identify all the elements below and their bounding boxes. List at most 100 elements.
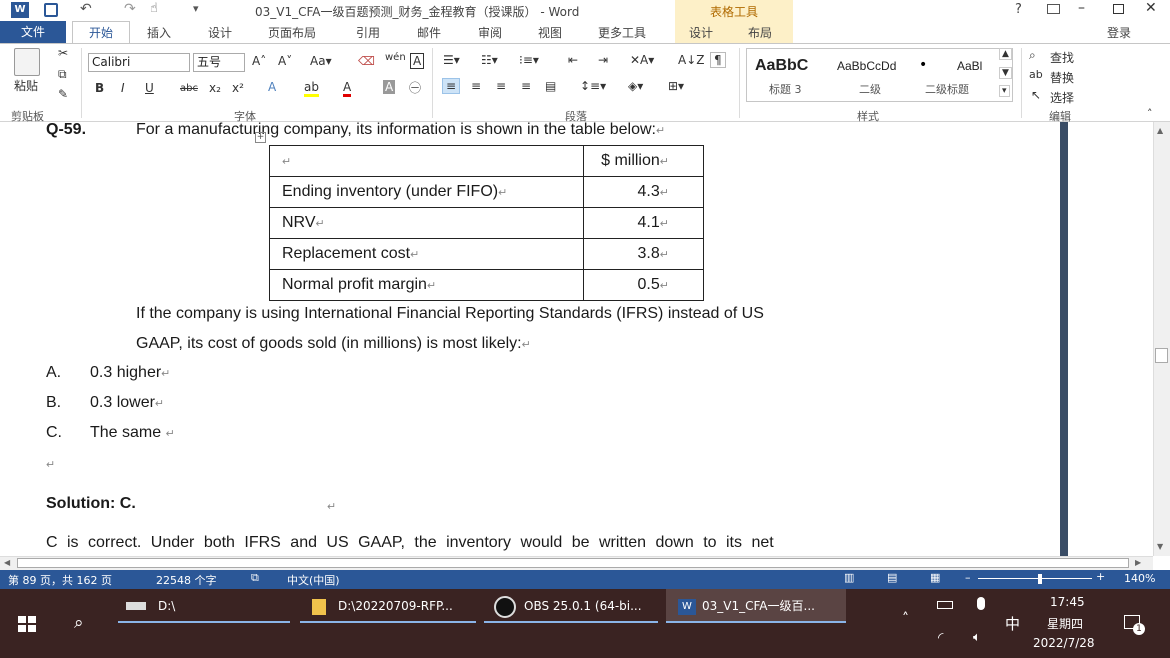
strikethrough-icon[interactable]: abc (180, 83, 198, 94)
find-icon[interactable]: ⌕ (1029, 48, 1036, 63)
taskbar-item-word[interactable]: W 03_V1_CFA一级百... (666, 589, 846, 623)
tab-file[interactable]: 文件 (0, 21, 66, 43)
borders-icon[interactable]: ⊞▾ (668, 79, 684, 93)
bullets-icon[interactable]: ☰▾ (443, 53, 460, 67)
document-area[interactable]: Q-59. For a manufacturing company, its i… (0, 122, 1153, 556)
replace-icon[interactable]: ab (1029, 68, 1043, 81)
align-center-icon[interactable]: ≡ (471, 79, 481, 93)
clear-format-icon[interactable]: ⌫ (358, 54, 375, 68)
font-name-select[interactable]: Calibri (88, 53, 190, 72)
microphone-icon[interactable] (977, 597, 985, 610)
clock-time[interactable]: 17:45 (1050, 595, 1085, 609)
clock-weekday[interactable]: 星期四 (1047, 615, 1083, 632)
multilevel-list-icon[interactable]: ⁝≡▾ (519, 53, 539, 67)
taskbar-item-drive[interactable]: D:\ (118, 589, 290, 623)
superscript-icon[interactable]: x² (232, 81, 244, 95)
table-header-cell[interactable]: $ million↵ (583, 145, 704, 177)
select-icon[interactable]: ↖ (1031, 88, 1041, 102)
table-value-cell[interactable]: 0.5↵ (583, 269, 704, 301)
bold-icon[interactable]: B (95, 81, 104, 95)
signin-link[interactable]: 登录 (1107, 24, 1131, 41)
table-label-cell[interactable]: Normal profit margin↵ (269, 269, 584, 301)
tab-home[interactable]: 开始 (72, 21, 130, 44)
style-level2-title-preview[interactable]: AaBl (957, 59, 982, 73)
font-size-select[interactable]: 五号 (193, 53, 245, 72)
show-marks-icon[interactable]: ¶ (710, 52, 726, 68)
table-label-cell[interactable]: Ending inventory (under FIFO)↵ (269, 176, 584, 208)
undo-icon[interactable]: ↶ (80, 1, 92, 17)
vertical-scrollbar[interactable]: ▲ ▼ (1153, 122, 1170, 556)
tab-insert[interactable]: 插入 (147, 24, 171, 41)
tab-more-tools[interactable]: 更多工具 (598, 24, 646, 41)
tab-mailings[interactable]: 邮件 (417, 24, 441, 41)
subscript-icon[interactable]: x₂ (209, 81, 221, 95)
read-mode-icon[interactable]: ▥ (844, 571, 854, 584)
qat-customize-icon[interactable]: ▾ (193, 2, 199, 15)
styles-more-icon[interactable]: ▾ (999, 85, 1010, 97)
chinese-layout-icon[interactable]: ✕A▾ (630, 53, 654, 67)
shading-icon[interactable]: ◈▾ (628, 79, 643, 93)
wifi-icon[interactable]: ◜ (938, 630, 943, 646)
taskbar-item-folder[interactable]: D:\20220709-RFP... (300, 589, 476, 623)
scroll-right-icon[interactable]: ▶ (1135, 558, 1141, 567)
format-painter-icon[interactable]: ✎ (58, 87, 68, 101)
maximize-button[interactable] (1113, 4, 1124, 14)
table-value-cell[interactable]: 4.3↵ (583, 176, 704, 208)
volume-icon[interactable]: 🔈︎ (973, 630, 981, 645)
sort-icon[interactable]: A↓Z (678, 53, 704, 67)
save-icon[interactable] (44, 3, 58, 17)
redo-icon[interactable]: ↷ (124, 1, 136, 17)
font-color-icon[interactable]: A (343, 80, 352, 97)
justify-icon[interactable]: ≡ (521, 79, 531, 93)
table-move-handle-icon[interactable]: + (255, 132, 266, 143)
align-right-icon[interactable]: ≡ (496, 79, 506, 93)
word-count[interactable]: 22548 个字 (156, 572, 217, 588)
find-button[interactable]: 查找 (1050, 49, 1074, 66)
scroll-up-icon[interactable]: ▲ (1157, 126, 1163, 135)
print-layout-icon[interactable]: ▤ (887, 571, 897, 584)
zoom-slider-thumb[interactable] (1038, 574, 1042, 584)
table-value-cell[interactable]: 3.8↵ (583, 238, 704, 270)
cut-icon[interactable]: ✂ (58, 46, 68, 60)
ribbon-display-icon[interactable] (1047, 4, 1060, 14)
line-spacing-icon[interactable]: ↕≡▾ (580, 79, 606, 93)
grow-font-icon[interactable]: A˄ (252, 54, 266, 68)
zoom-out-button[interactable]: – (965, 571, 971, 584)
scroll-thumb[interactable] (1155, 348, 1168, 363)
highlight-icon[interactable]: ab (304, 80, 319, 97)
minimize-button[interactable]: – (1078, 0, 1085, 16)
tab-references[interactable]: 引用 (356, 24, 380, 41)
copy-icon[interactable]: ⧉ (58, 67, 67, 82)
table-label-cell[interactable]: Replacement cost↵ (269, 238, 584, 270)
replace-button[interactable]: 替换 (1050, 69, 1074, 86)
underline-icon[interactable]: U (145, 81, 154, 95)
tab-table-layout[interactable]: 布局 (748, 24, 772, 41)
zoom-slider[interactable] (978, 578, 1092, 579)
shrink-font-icon[interactable]: A˅ (278, 54, 292, 68)
enclose-char-icon[interactable]: ㊀ (409, 79, 421, 96)
tab-page-layout[interactable]: 页面布局 (268, 24, 316, 41)
web-layout-icon[interactable]: ▦ (930, 571, 940, 584)
decrease-indent-icon[interactable]: ⇤ (568, 53, 578, 67)
language-indicator[interactable]: 中文(中国) (287, 572, 340, 588)
zoom-in-button[interactable]: + (1096, 570, 1105, 583)
close-button[interactable]: ✕ (1145, 0, 1157, 16)
page-count[interactable]: 第 89 页，共 162 页 (8, 572, 112, 588)
search-icon[interactable]: ⌕ (74, 613, 84, 633)
numbering-icon[interactable]: ☷▾ (481, 53, 498, 67)
paste-icon[interactable] (14, 48, 40, 76)
styles-scroll-down-icon[interactable]: ▼ (999, 67, 1012, 79)
proofing-icon[interactable]: ⧉ (251, 571, 259, 585)
char-border-icon[interactable]: A (410, 53, 425, 69)
tab-design[interactable]: 设计 (208, 24, 232, 41)
paste-label[interactable]: 粘贴 (14, 77, 38, 94)
help-button[interactable]: ? (1015, 2, 1022, 17)
style-heading3-preview[interactable]: AaBbC (755, 57, 808, 75)
ime-indicator[interactable]: 中 (1005, 613, 1020, 634)
table-label-cell[interactable]: NRV↵ (269, 207, 584, 239)
select-button[interactable]: 选择 (1050, 89, 1074, 106)
scroll-down-icon[interactable]: ▼ (1157, 542, 1163, 551)
start-windows-icon[interactable] (18, 616, 36, 632)
taskbar-item-obs[interactable]: OBS 25.0.1 (64-bi... (484, 589, 658, 623)
tab-table-design[interactable]: 设计 (689, 24, 713, 41)
